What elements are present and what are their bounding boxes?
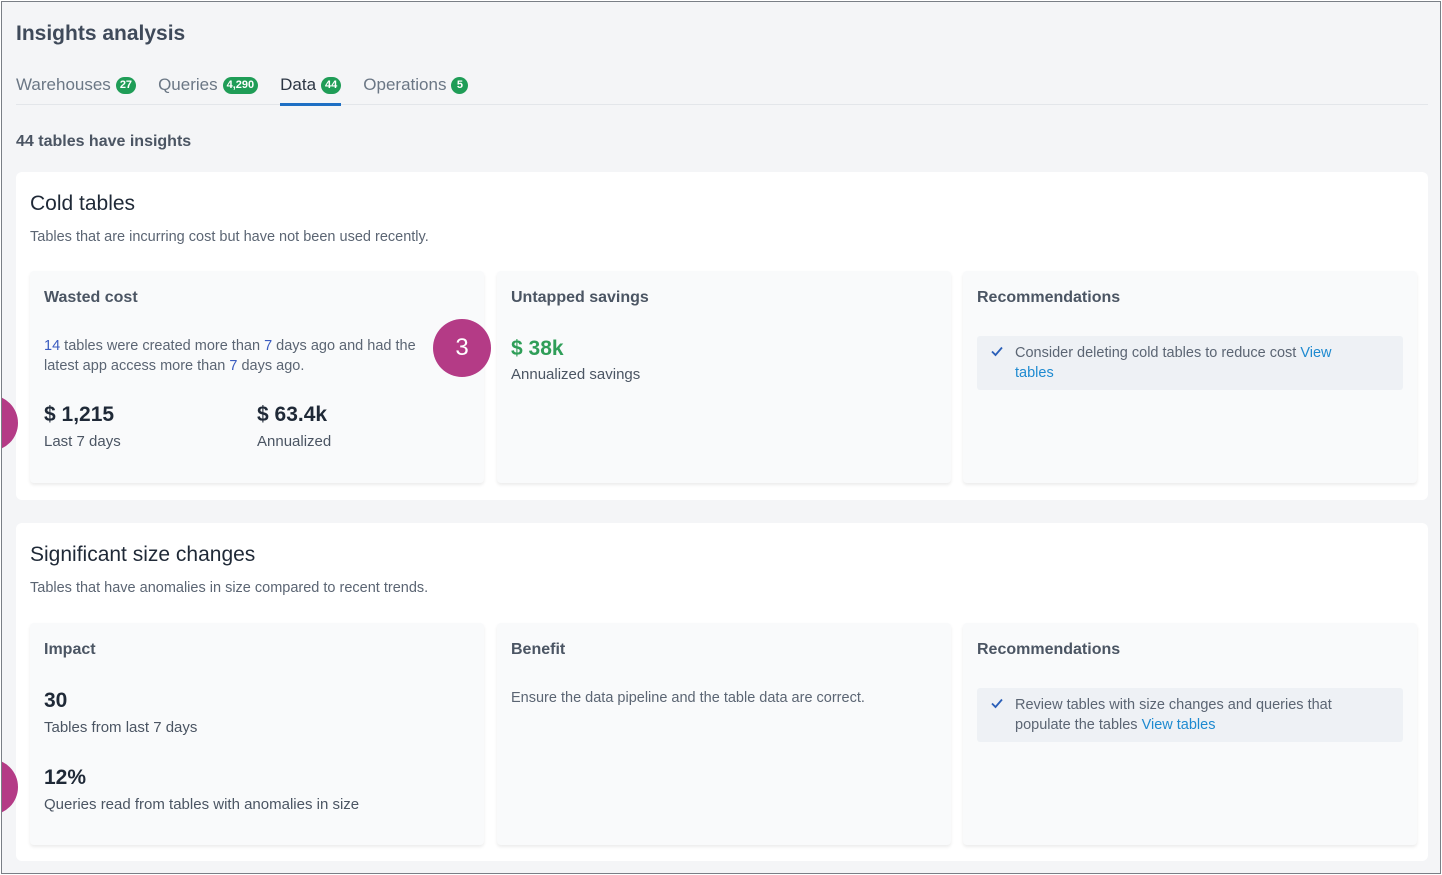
- tab-label: Queries: [158, 75, 218, 94]
- untapped-savings-card: Untapped savings $ 38k Annualized saving…: [497, 271, 951, 483]
- annualized-cost: $ 63.4k: [257, 403, 328, 426]
- insights-summary: 44 tables have insights: [16, 133, 192, 150]
- tab-queries[interactable]: Queries 4,290: [158, 72, 259, 105]
- benefit-card: Benefit Ensure the data pipeline and the…: [497, 623, 951, 845]
- recommendation-item: Review tables with size changes and quer…: [977, 688, 1403, 742]
- days-value: 7: [264, 338, 273, 354]
- recommendation-text: Review tables with size changes and quer…: [1015, 697, 1332, 713]
- section-title: Cold tables: [30, 192, 136, 215]
- tab-bar: Warehouses 27 Queries 4,290 Data 44 Oper…: [16, 72, 1428, 106]
- section-description: Tables that are incurring cost but have …: [30, 229, 429, 245]
- annualized-label: Annualized: [257, 433, 332, 450]
- recommendation-item: Consider deleting cold tables to reduce …: [977, 336, 1403, 390]
- count-badge: 27: [115, 77, 137, 94]
- view-tables-link[interactable]: View tables: [1142, 717, 1216, 733]
- count-badge: 5: [451, 77, 469, 94]
- check-icon: [991, 698, 1003, 709]
- card-title: Recommendations: [977, 641, 1121, 658]
- card-title: Benefit: [511, 641, 566, 658]
- step-3-marker: 3: [433, 319, 491, 377]
- queries-label: Queries read from tables with anomalies …: [44, 796, 360, 813]
- tab-label: Warehouses: [16, 75, 111, 94]
- text-fragment: tables were created more than: [60, 338, 265, 354]
- card-title: Untapped savings: [511, 289, 649, 306]
- section-description: Tables that have anomalies in size compa…: [30, 580, 429, 596]
- insights-window: Insights analysis Warehouses 27 Queries …: [1, 1, 1441, 874]
- text-fragment: latest app access more than: [44, 358, 230, 374]
- tab-label: Data: [280, 75, 317, 94]
- card-title: Impact: [44, 641, 96, 658]
- size-recommendations-card: Recommendations Review tables with size …: [963, 623, 1417, 845]
- cold-tables-section: Cold tables Tables that are incurring co…: [16, 172, 1428, 500]
- text-fragment: days ago and had the: [272, 338, 416, 354]
- view-tables-link-continued[interactable]: tables: [1015, 365, 1054, 381]
- table-count: 14: [44, 338, 61, 354]
- tab-operations[interactable]: Operations 5: [363, 72, 469, 105]
- wasted-cost-card: Wasted cost 14 tables were created more …: [30, 271, 484, 483]
- recommendation-text: populate the tables: [1015, 717, 1142, 733]
- recommendation-text: Consider deleting cold tables to reduce …: [1015, 345, 1301, 361]
- tables-label: Tables from last 7 days: [44, 719, 198, 736]
- tab-data[interactable]: Data 44: [280, 72, 342, 106]
- benefit-text: Ensure the data pipeline and the table d…: [511, 690, 865, 706]
- wasted-cost-description: 14 tables were created more than 7 days …: [44, 336, 484, 376]
- section-title: Significant size changes: [30, 543, 256, 566]
- savings-value: $ 38k: [511, 337, 564, 360]
- savings-label: Annualized savings: [511, 366, 641, 383]
- last-7-days-cost: $ 1,215: [44, 403, 115, 426]
- view-tables-link[interactable]: View: [1300, 345, 1331, 361]
- card-title: Recommendations: [977, 289, 1121, 306]
- cold-recommendations-card: Recommendations Consider deleting cold t…: [963, 271, 1417, 483]
- count-badge: 4,290: [222, 77, 259, 94]
- tab-warehouses[interactable]: Warehouses 27: [16, 72, 137, 105]
- tables-count: 30: [44, 689, 68, 712]
- size-changes-section: Significant size changes Tables that hav…: [16, 523, 1428, 861]
- impact-card: Impact 30 Tables from last 7 days 12% Qu…: [30, 623, 484, 845]
- card-title: Wasted cost: [44, 289, 138, 306]
- check-icon: [991, 346, 1003, 357]
- queries-percent: 12%: [44, 766, 87, 789]
- text-fragment: days ago.: [237, 358, 305, 374]
- last-7-days-label: Last 7 days: [44, 433, 121, 450]
- count-badge: 44: [321, 77, 342, 94]
- tab-label: Operations: [363, 75, 447, 94]
- page-title: Insights analysis: [16, 22, 186, 45]
